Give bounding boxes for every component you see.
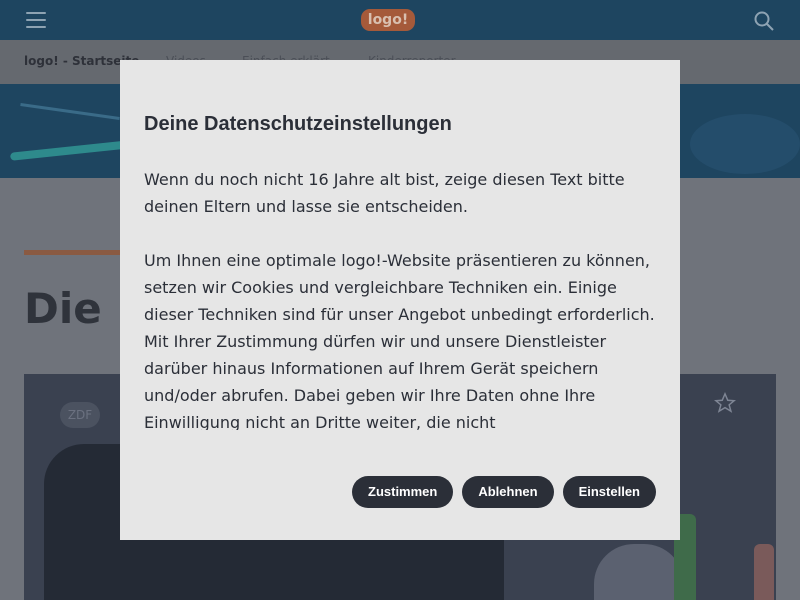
dialog-body[interactable]: Wenn du noch nicht 16 Jahre alt bist, ze… bbox=[144, 166, 664, 430]
dialog-paragraph-age-notice: Wenn du noch nicht 16 Jahre alt bist, ze… bbox=[144, 170, 625, 216]
zdf-badge: ZDF bbox=[60, 402, 100, 428]
reject-button[interactable]: Ablehnen bbox=[462, 476, 554, 508]
privacy-consent-dialog: Deine Datenschutzeinstellungen Wenn du n… bbox=[120, 60, 680, 540]
settings-button[interactable]: Einstellen bbox=[562, 476, 656, 508]
hamburger-icon[interactable] bbox=[26, 12, 46, 28]
dialog-title: Deine Datenschutzeinstellungen bbox=[144, 113, 452, 135]
dialog-actions: Zustimmen Ablehnen Einstellen bbox=[352, 476, 656, 508]
top-bar: logo! bbox=[0, 0, 800, 40]
accent-divider bbox=[24, 250, 124, 255]
search-icon[interactable] bbox=[753, 10, 775, 32]
star-icon[interactable] bbox=[713, 391, 737, 414]
dialog-paragraph-cookies: Um Ihnen eine optimale logo!-Website prä… bbox=[144, 251, 655, 430]
site-logo[interactable]: logo! bbox=[361, 9, 415, 31]
accept-button[interactable]: Zustimmen bbox=[352, 476, 454, 508]
